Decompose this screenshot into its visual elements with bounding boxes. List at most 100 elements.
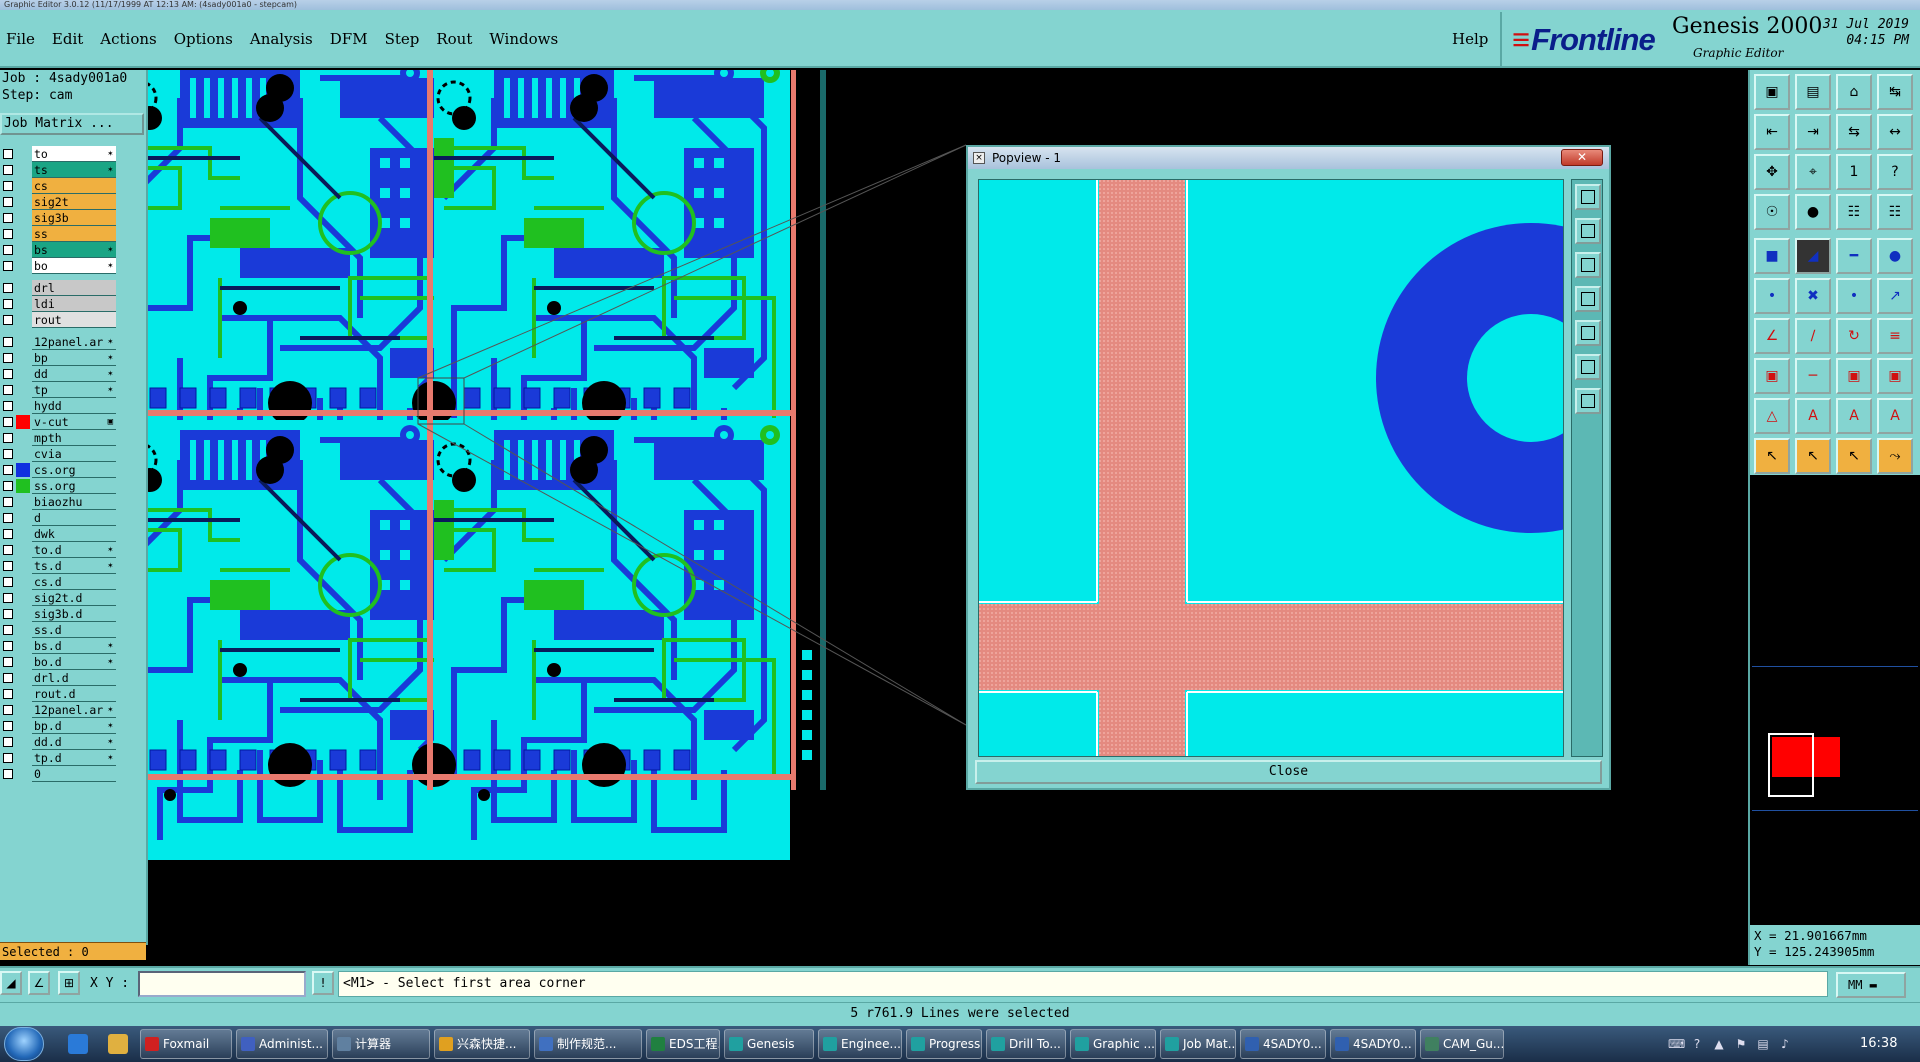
layer-name[interactable]: sig3b.d	[32, 606, 116, 622]
layer-name[interactable]: cs	[32, 178, 116, 194]
layer-row[interactable]: v-cut ▣	[0, 414, 118, 430]
layer-color-swatch[interactable]	[16, 383, 30, 397]
taskbar-task[interactable]: Progress	[906, 1029, 982, 1059]
layer-checkbox[interactable]	[3, 545, 13, 555]
layer-row[interactable]: bs.d ✶	[0, 638, 118, 654]
layer-name[interactable]: dd.d ✶	[32, 734, 116, 750]
layer-color-swatch[interactable]	[16, 511, 30, 525]
line-icon[interactable]: ━	[1836, 238, 1872, 274]
layer-color-swatch[interactable]	[16, 703, 30, 717]
layer-name[interactable]: bp ✶	[32, 350, 116, 366]
layer-row[interactable]: cs.d	[0, 574, 118, 590]
layer-checkbox[interactable]	[3, 181, 13, 191]
taskbar-task[interactable]: EDS工程...	[646, 1029, 720, 1059]
layer-row[interactable]: sig3b	[0, 210, 118, 226]
layer-row[interactable]: 12panel.ar ✶	[0, 334, 118, 350]
layer-row[interactable]: d	[0, 510, 118, 526]
layer-color-swatch[interactable]	[16, 591, 30, 605]
close-icon[interactable]: ✕	[1561, 149, 1603, 166]
layer-checkbox[interactable]	[3, 283, 13, 293]
layer-row[interactable]: cs.org	[0, 462, 118, 478]
pan-left-icon[interactable]: ⇤	[1754, 114, 1790, 150]
layer-checkbox[interactable]	[3, 721, 13, 731]
layer-name[interactable]: cs.d	[32, 574, 116, 590]
layer-checkbox[interactable]	[3, 641, 13, 651]
select-c-icon[interactable]: ↖	[1836, 438, 1872, 474]
layer-checkbox[interactable]	[3, 401, 13, 411]
layer-name[interactable]: cvia	[32, 446, 116, 462]
menu-analysis[interactable]: Analysis	[250, 30, 313, 48]
layer-name[interactable]: 12panel.ar ✶	[32, 334, 116, 350]
keyboard-icon[interactable]: ⌨	[1668, 1037, 1685, 1051]
layer-row[interactable]: ss.d	[0, 622, 118, 638]
menu-actions[interactable]: Actions	[100, 30, 156, 48]
layer-color-swatch[interactable]	[16, 463, 30, 477]
taskbar-task[interactable]: 4SADY0...	[1330, 1029, 1416, 1059]
zoom-window-icon[interactable]: ▣	[1754, 74, 1790, 110]
layer-row[interactable]: ts.d ✶	[0, 558, 118, 574]
popview-close-button[interactable]: Close	[975, 760, 1602, 784]
grid-icon[interactable]: ⊞	[58, 971, 80, 995]
rotate-icon[interactable]: ↻	[1836, 318, 1872, 354]
layer-row[interactable]: bo ✶	[0, 258, 118, 274]
layer-color-swatch[interactable]	[16, 479, 30, 493]
layer-checkbox[interactable]	[3, 299, 13, 309]
layer-color-swatch[interactable]	[16, 543, 30, 557]
layer-color-swatch[interactable]	[16, 163, 30, 177]
zoom-page-icon[interactable]: ▤	[1795, 74, 1831, 110]
layer-row[interactable]: sig3b.d	[0, 606, 118, 622]
popview-tool-pan-right[interactable]	[1575, 320, 1601, 346]
layer-name[interactable]: bo.d ✶	[32, 654, 116, 670]
split-icon[interactable]: •	[1836, 278, 1872, 314]
surface-icon[interactable]: ◢	[1795, 238, 1831, 274]
layer-color-swatch[interactable]	[16, 607, 30, 621]
layer-name[interactable]: bo ✶	[32, 258, 116, 274]
layer-row[interactable]: ss.org	[0, 478, 118, 494]
text-a-icon[interactable]: A	[1795, 398, 1831, 434]
popview-tool-expand[interactable]	[1575, 354, 1601, 380]
layer-name[interactable]: d	[32, 510, 116, 526]
measure-icon[interactable]: ∠	[28, 971, 50, 995]
layer-color-swatch[interactable]	[16, 415, 30, 429]
fit-width-icon[interactable]: ↹	[1877, 74, 1913, 110]
layer-checkbox[interactable]	[3, 229, 13, 239]
home-icon[interactable]: ⌂	[1836, 74, 1872, 110]
layer-checkbox[interactable]	[3, 513, 13, 523]
layer-color-swatch[interactable]	[16, 767, 30, 781]
pad-tool-icon[interactable]: ▣	[1836, 358, 1872, 394]
layer-row[interactable]: bp.d ✶	[0, 718, 118, 734]
layer-checkbox[interactable]	[3, 353, 13, 363]
copy-icon[interactable]: ▣	[1877, 358, 1913, 394]
layer-row[interactable]: drl.d	[0, 670, 118, 686]
layer-name[interactable]: bp.d ✶	[32, 718, 116, 734]
layer-row[interactable]: cs	[0, 178, 118, 194]
zoom-1to1-icon[interactable]: 1	[1836, 154, 1872, 190]
layer-checkbox[interactable]	[3, 261, 13, 271]
layer-color-swatch[interactable]	[16, 559, 30, 573]
measure-icon[interactable]: ●	[1795, 194, 1831, 230]
popview-tool-center[interactable]	[1575, 388, 1601, 414]
layer-row[interactable]: dd ✶	[0, 366, 118, 382]
layer-checkbox[interactable]	[3, 337, 13, 347]
circle-icon[interactable]: ●	[1877, 238, 1913, 274]
layer-checkbox[interactable]	[3, 149, 13, 159]
select-d-icon[interactable]: ⤳	[1877, 438, 1913, 474]
feature-icon[interactable]: ▣	[1754, 358, 1790, 394]
layer-name[interactable]: ts ✶	[32, 162, 116, 178]
layer-row[interactable]: 0	[0, 766, 118, 782]
connect-icon[interactable]: •	[1754, 278, 1790, 314]
popview-tool-pan-left[interactable]	[1575, 286, 1601, 312]
select-icon[interactable]: ↖	[1754, 438, 1790, 474]
taskbar-task[interactable]: 制作规范...	[534, 1029, 642, 1059]
layer-name[interactable]: to.d ✶	[32, 542, 116, 558]
layer-row[interactable]: to.d ✶	[0, 542, 118, 558]
pad-select-icon[interactable]: ■	[1754, 238, 1790, 274]
alert-icon[interactable]: !	[312, 971, 334, 995]
layer-name[interactable]: rout	[32, 312, 116, 328]
layer-color-swatch[interactable]	[16, 297, 30, 311]
layer-checkbox[interactable]	[3, 465, 13, 475]
menu-step[interactable]: Step	[385, 30, 420, 48]
xy-input[interactable]	[138, 971, 306, 997]
overview-view-frame[interactable]	[1768, 733, 1814, 797]
layer-color-swatch[interactable]	[16, 399, 30, 413]
